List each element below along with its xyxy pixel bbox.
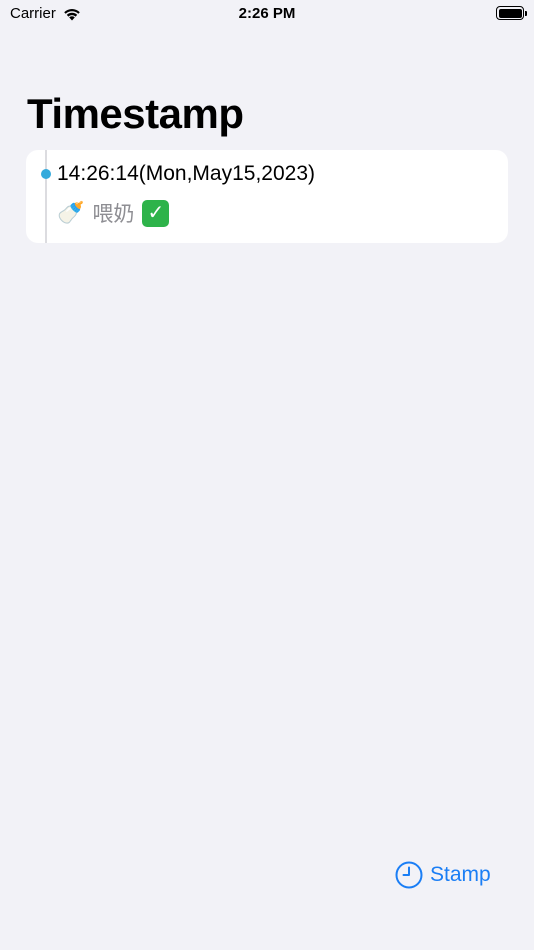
battery-nub	[525, 10, 527, 16]
battery-full-icon	[496, 6, 527, 20]
timeline-dot	[41, 169, 51, 179]
battery-level	[498, 8, 522, 18]
timeline-card: 14:26:14(Mon,May15,2023) 🍼 喂奶 ✓	[26, 150, 508, 243]
page-title: Timestamp	[27, 90, 244, 137]
stamp-button[interactable]: Stamp	[395, 861, 491, 889]
status-time: 2:26 PM	[238, 5, 296, 22]
entry-timestamp: 14:26:14(Mon,May15,2023)	[57, 162, 315, 185]
entry-detail: 🍼 喂奶 ✓	[57, 198, 170, 228]
baby-bottle-icon: 🍼	[57, 200, 85, 225]
timeline-line	[45, 150, 47, 243]
checkmark-icon: ✓	[142, 199, 170, 227]
entry-label: 喂奶	[92, 203, 135, 226]
stamp-button-label: Stamp	[430, 863, 491, 886]
status-bar: Carrier 2:26 PM	[0, 0, 534, 30]
clock-icon	[395, 861, 423, 889]
